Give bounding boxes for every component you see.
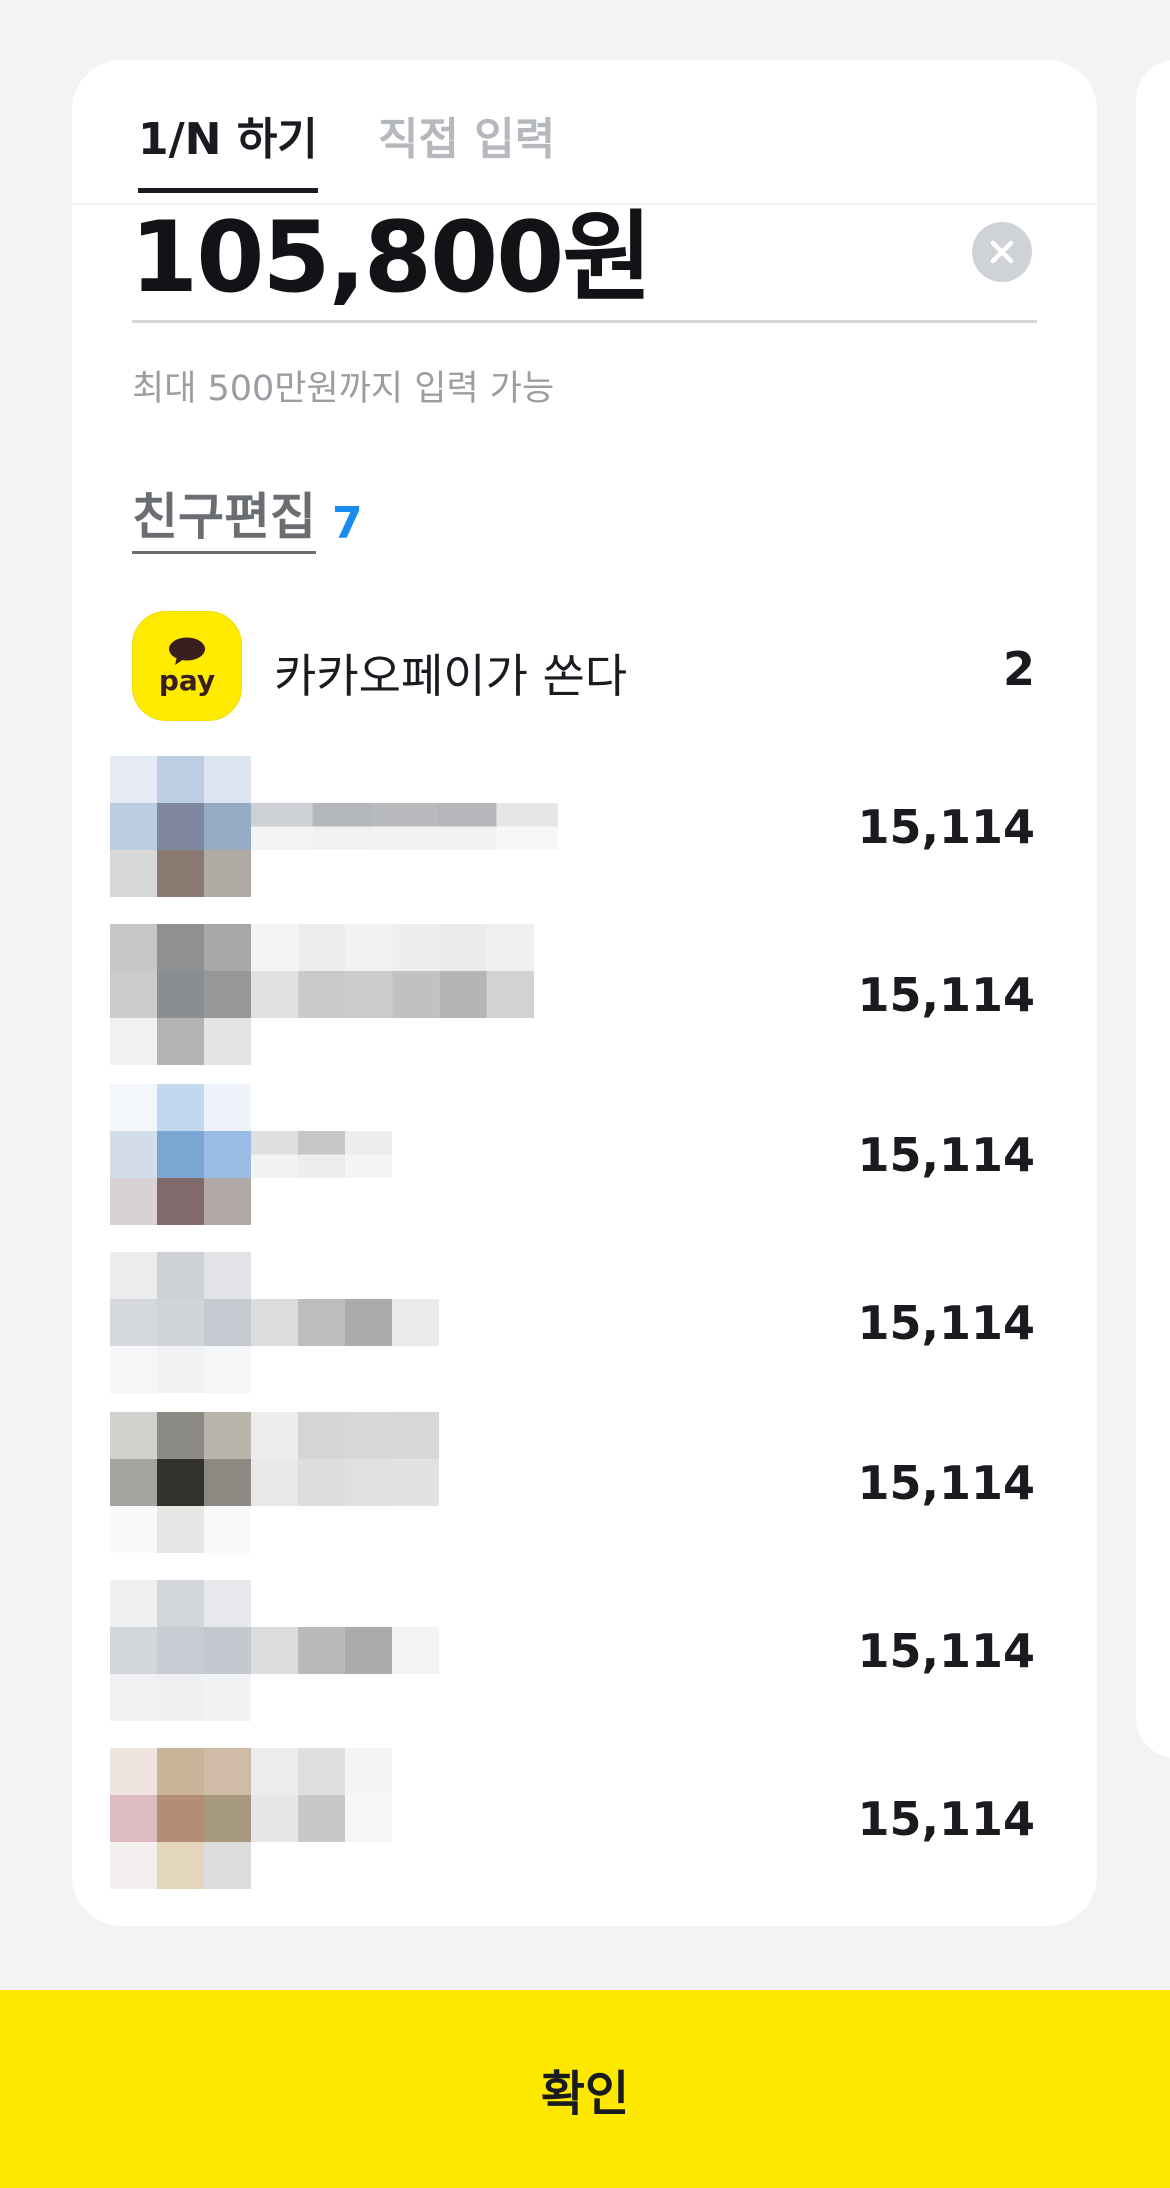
avatar bbox=[110, 924, 251, 1065]
member-row: 15,114 bbox=[72, 1748, 1097, 1889]
amount-hint: 최대 500만원까지 입력 가능 bbox=[132, 369, 555, 409]
avatar bbox=[110, 1252, 251, 1393]
tab-direct-input[interactable]: 직접 입력 bbox=[378, 118, 555, 162]
avatar bbox=[110, 1412, 251, 1553]
friends-count: 7 bbox=[332, 498, 363, 549]
kakaopay-logo: pay bbox=[132, 611, 242, 721]
tab-split-evenly[interactable]: 1/N 하기 bbox=[138, 118, 318, 193]
member-row: 15,114 bbox=[72, 1580, 1097, 1721]
member-share-amount[interactable]: 15,114 bbox=[857, 1794, 1035, 1845]
member-share-amount[interactable]: 15,114 bbox=[857, 970, 1035, 1021]
blurred-name bbox=[251, 1748, 392, 1842]
member-share-amount[interactable]: 15,114 bbox=[857, 1458, 1035, 1509]
avatar bbox=[110, 756, 251, 897]
member-share-amount[interactable]: 15,114 bbox=[857, 1626, 1035, 1677]
amount-underline bbox=[132, 320, 1037, 323]
kakaopay-row-name: 카카오페이가 쏜다 bbox=[274, 649, 628, 703]
pay-logo-text: pay bbox=[158, 664, 216, 697]
avatar bbox=[110, 1748, 251, 1889]
member-share-amount[interactable]: 15,114 bbox=[857, 1298, 1035, 1349]
close-circle-icon[interactable] bbox=[972, 222, 1032, 282]
blurred-name bbox=[251, 1412, 439, 1506]
blurred-name bbox=[251, 1131, 392, 1178]
close-icon bbox=[990, 240, 1014, 264]
chat-bubble-icon bbox=[169, 637, 205, 665]
member-row: 15,114 bbox=[72, 1252, 1097, 1393]
member-share-amount[interactable]: 15,114 bbox=[857, 1130, 1035, 1181]
blurred-name bbox=[251, 1299, 439, 1346]
avatar bbox=[110, 1084, 251, 1225]
next-card-peek bbox=[1136, 60, 1170, 1758]
kakaopay-row-amount[interactable]: 2 bbox=[1003, 642, 1035, 696]
avatar bbox=[110, 1580, 251, 1721]
member-share-amount[interactable]: 15,114 bbox=[857, 802, 1035, 853]
member-row: 15,114 bbox=[72, 1084, 1097, 1225]
blurred-name bbox=[251, 1627, 439, 1674]
member-row: 15,114 bbox=[72, 756, 1097, 897]
blurred-name bbox=[251, 924, 534, 1018]
confirm-button[interactable]: 확인 bbox=[0, 1990, 1170, 2188]
member-row: 15,114 bbox=[72, 1412, 1097, 1553]
member-row: 15,114 bbox=[72, 924, 1097, 1065]
split-card: 1/N 하기 직접 입력 105,800원 최대 500만원까지 입력 가능 친… bbox=[72, 60, 1097, 1926]
edit-friends-link[interactable]: 친구편집 bbox=[132, 490, 316, 554]
blurred-name bbox=[251, 803, 558, 850]
tab-bar: 1/N 하기 직접 입력 bbox=[72, 60, 1097, 205]
amount-input[interactable]: 105,800원 bbox=[130, 200, 653, 318]
